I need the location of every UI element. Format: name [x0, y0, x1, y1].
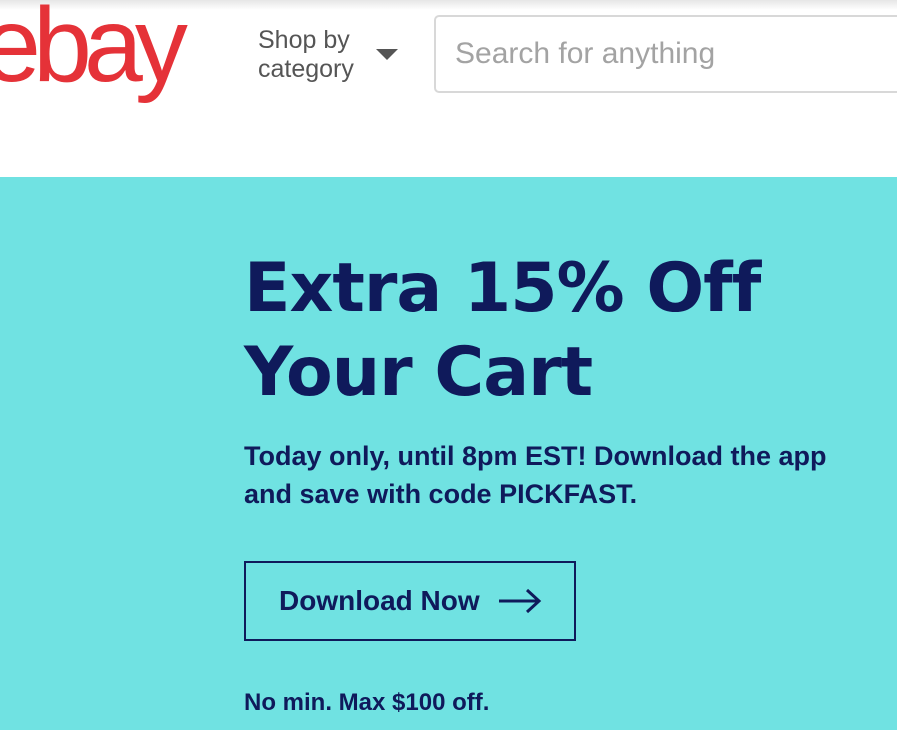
- search-input[interactable]: [455, 37, 895, 71]
- promo-subtext-line-2: and save with code PICKFAST.: [244, 479, 638, 509]
- shop-by-category-button[interactable]: Shop by category: [258, 26, 398, 84]
- search-box[interactable]: [434, 15, 897, 93]
- download-now-button[interactable]: Download Now: [244, 561, 576, 641]
- promo-subtext-line-1: Today only, until 8pm EST! Download the …: [244, 441, 827, 471]
- site-header: ebay Shop by category: [0, 0, 897, 177]
- arrow-right-icon: [498, 588, 542, 614]
- promo-headline-line-2: Your Cart: [244, 333, 593, 412]
- ebay-logo[interactable]: ebay: [0, 0, 188, 98]
- promo-headline-line-1: Extra 15% Off: [244, 249, 761, 328]
- download-now-label: Download Now: [279, 585, 480, 616]
- promo-banner: Extra 15% Off Your Cart Today only, unti…: [0, 177, 897, 730]
- chevron-down-icon: [376, 48, 398, 60]
- shop-by-category-label: Shop by category: [258, 26, 354, 83]
- promo-fine-print: No min. Max $100 off.: [244, 689, 490, 716]
- promo-headline: Extra 15% Off Your Cart: [244, 247, 761, 415]
- promo-subtext: Today only, until 8pm EST! Download the …: [244, 437, 874, 513]
